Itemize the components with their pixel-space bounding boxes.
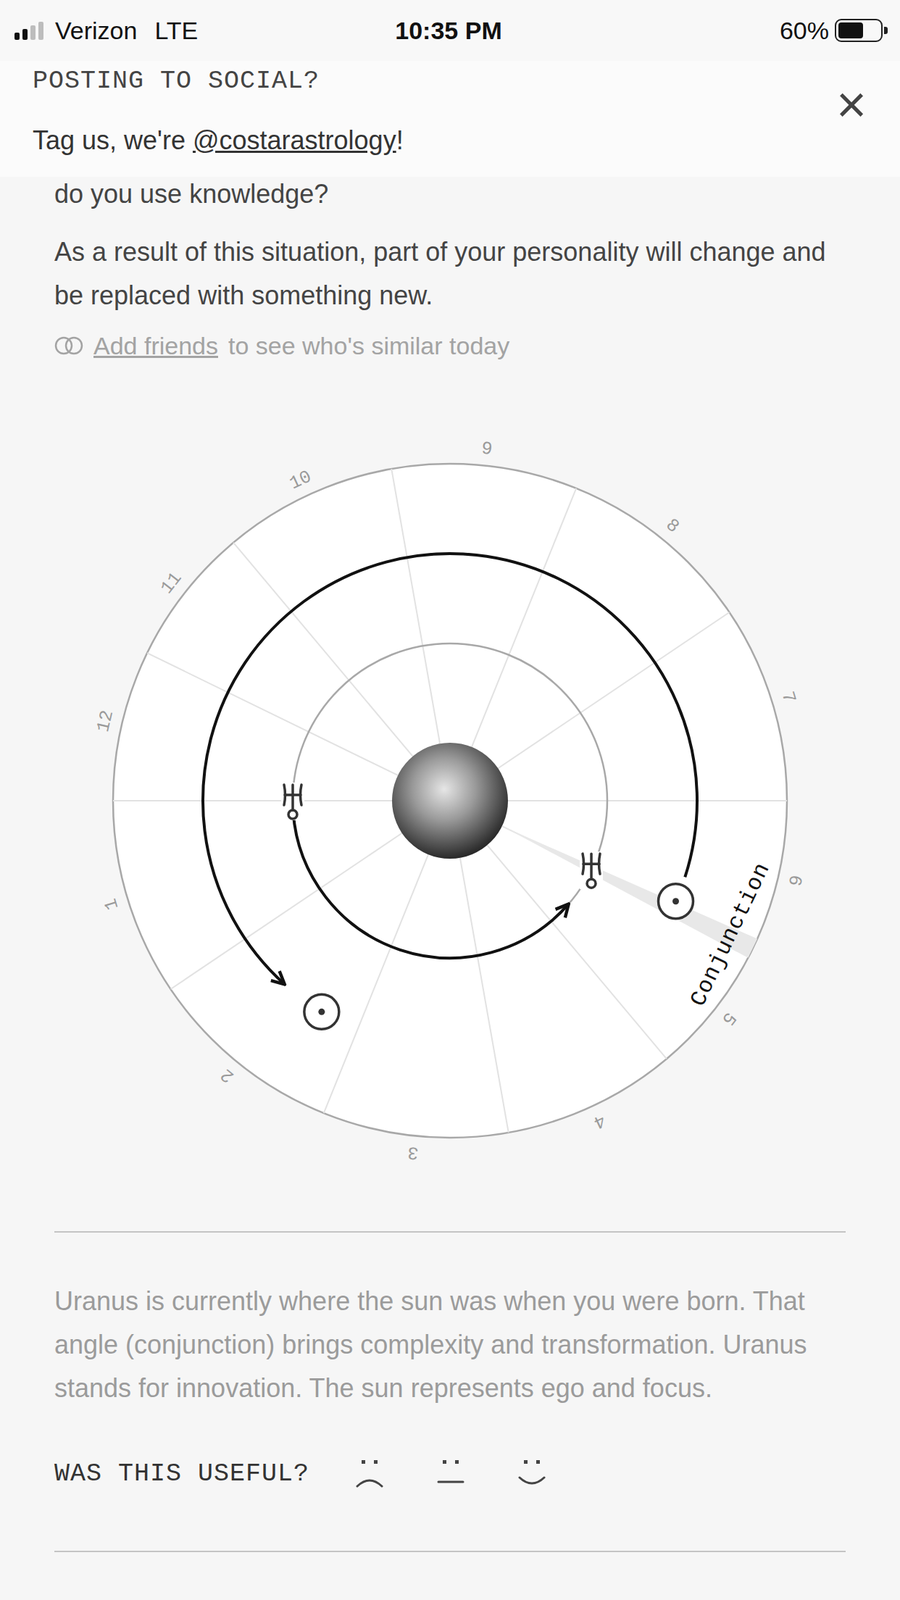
- uranus-icon: [579, 851, 603, 890]
- house-label: 9: [480, 438, 494, 461]
- house-label: 11: [156, 568, 187, 599]
- friends-icon: [54, 336, 84, 356]
- carrier-label: Verizon: [55, 12, 137, 50]
- uranus-path-arc: [293, 811, 569, 958]
- house-cusp: [486, 844, 666, 1059]
- bottom-divider: [54, 1550, 846, 1553]
- sad-face-icon: [350, 1457, 390, 1491]
- signal-bar: [22, 28, 28, 40]
- banner-title: POSTING TO SOCIAL?: [32, 65, 404, 98]
- add-friends-link[interactable]: Add friends: [93, 331, 219, 360]
- reading-paragraph: As a result of this situation, part of y…: [54, 230, 846, 318]
- sun-path-arc: [202, 553, 698, 985]
- feedback-row: WAS THIS USEFUL?: [54, 1452, 846, 1496]
- social-banner: POSTING TO SOCIAL? Tag us, we're @costar…: [0, 60, 900, 177]
- handle-link[interactable]: @costarastrology: [192, 125, 397, 156]
- status-bar: Verizon LTE 10:35 PM 60%: [0, 0, 900, 61]
- outer-ring: [113, 463, 787, 1138]
- sun-icon: [304, 994, 340, 1029]
- feedback-options: [350, 1457, 552, 1491]
- signal-bar: [30, 25, 36, 40]
- house-cusp: [507, 800, 787, 802]
- house-cusp: [497, 612, 729, 769]
- close-button[interactable]: ×: [828, 78, 874, 131]
- house-cusp: [170, 833, 402, 990]
- house-cusp: [471, 488, 577, 748]
- reading-cut-line: do you use knowledge?: [54, 176, 846, 212]
- friends-text: to see who's similar today: [228, 327, 510, 364]
- divider: [54, 1231, 846, 1233]
- neutral-face-icon: [431, 1457, 471, 1491]
- banner-text: Tag us, we're @costarastrology!: [32, 123, 404, 158]
- inner-ring: [292, 643, 608, 958]
- house-cusp: [113, 800, 393, 802]
- house-label: 3: [406, 1141, 420, 1164]
- uranus-icon: [281, 782, 305, 821]
- battery-label: 60%: [779, 12, 829, 50]
- transit-chart: 123456789101112Conjunction: [0, 423, 900, 1178]
- banner-tail: !: [396, 125, 404, 156]
- house-label: 5: [716, 1007, 740, 1030]
- happy-face-icon: [512, 1457, 552, 1491]
- battery-icon: [834, 18, 883, 43]
- feedback-sad-button[interactable]: [350, 1457, 390, 1491]
- house-label: 4: [589, 1109, 609, 1134]
- house-cusp: [323, 854, 429, 1114]
- house-label: 8: [661, 514, 684, 538]
- clock: 10:35 PM: [394, 12, 502, 50]
- house-label: 6: [783, 872, 807, 888]
- house-label: 2: [216, 1063, 239, 1087]
- signal-icon: [14, 21, 44, 40]
- friends-row: Add friends to see who's similar today: [54, 327, 846, 364]
- house-cusp: [391, 468, 440, 744]
- sun-icon: [658, 884, 694, 919]
- house-cusp: [460, 857, 509, 1133]
- feedback-happy-button[interactable]: [512, 1457, 552, 1491]
- feedback-question: WAS THIS USEFUL?: [54, 1455, 310, 1494]
- earth-image: [392, 742, 508, 859]
- feedback-neutral-button[interactable]: [431, 1457, 471, 1491]
- battery-fill: [838, 22, 864, 39]
- house-label: 12: [92, 707, 119, 735]
- house-label: 7: [776, 689, 800, 706]
- house-label: 1: [100, 895, 124, 913]
- banner-lead: Tag us, we're: [32, 125, 193, 156]
- signal-bar: [14, 32, 20, 40]
- aspect-label: Conjunction: [685, 858, 776, 1011]
- house-label: 10: [286, 465, 315, 495]
- signal-bar: [38, 21, 44, 40]
- house-cusp: [233, 542, 413, 757]
- explanation-text: Uranus is currently where the sun was wh…: [54, 1279, 846, 1411]
- network-label: LTE: [154, 12, 198, 50]
